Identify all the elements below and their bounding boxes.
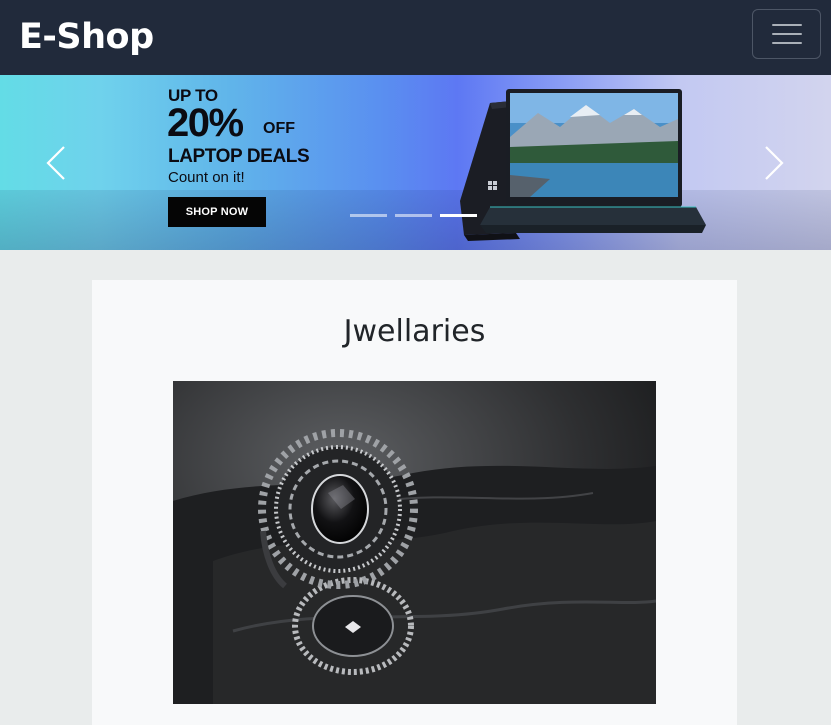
- promo-percent: 20%: [167, 101, 244, 145]
- promo-subtitle: Count on it!: [168, 169, 245, 186]
- carousel-indicator-1[interactable]: [350, 214, 387, 217]
- navbar: E-Shop: [0, 0, 831, 75]
- navbar-toggler-button[interactable]: [752, 9, 821, 59]
- ring-photo: [173, 381, 656, 704]
- shop-now-button[interactable]: SHOP NOW: [168, 197, 266, 227]
- brand-logo[interactable]: E-Shop: [19, 14, 154, 60]
- carousel-indicator-3[interactable]: [440, 214, 477, 217]
- carousel-next-button[interactable]: [752, 137, 792, 187]
- category-image[interactable]: [173, 381, 656, 704]
- chevron-left-icon: [46, 146, 65, 180]
- promo-carousel: UP TO 20% OFF LAPTOP DEALS Count on it! …: [0, 75, 831, 250]
- carousel-indicator-2[interactable]: [395, 214, 432, 217]
- carousel-indicators: [350, 214, 477, 218]
- laptop-banner-image: [460, 89, 706, 241]
- carousel-prev-button[interactable]: [36, 137, 76, 187]
- category-title: Jwellaries: [343, 314, 486, 349]
- category-card[interactable]: Jwellaries: [92, 280, 737, 725]
- promo-title: LAPTOP DEALS: [168, 146, 310, 167]
- chevron-right-icon: [765, 146, 784, 180]
- promo-off: OFF: [263, 120, 295, 137]
